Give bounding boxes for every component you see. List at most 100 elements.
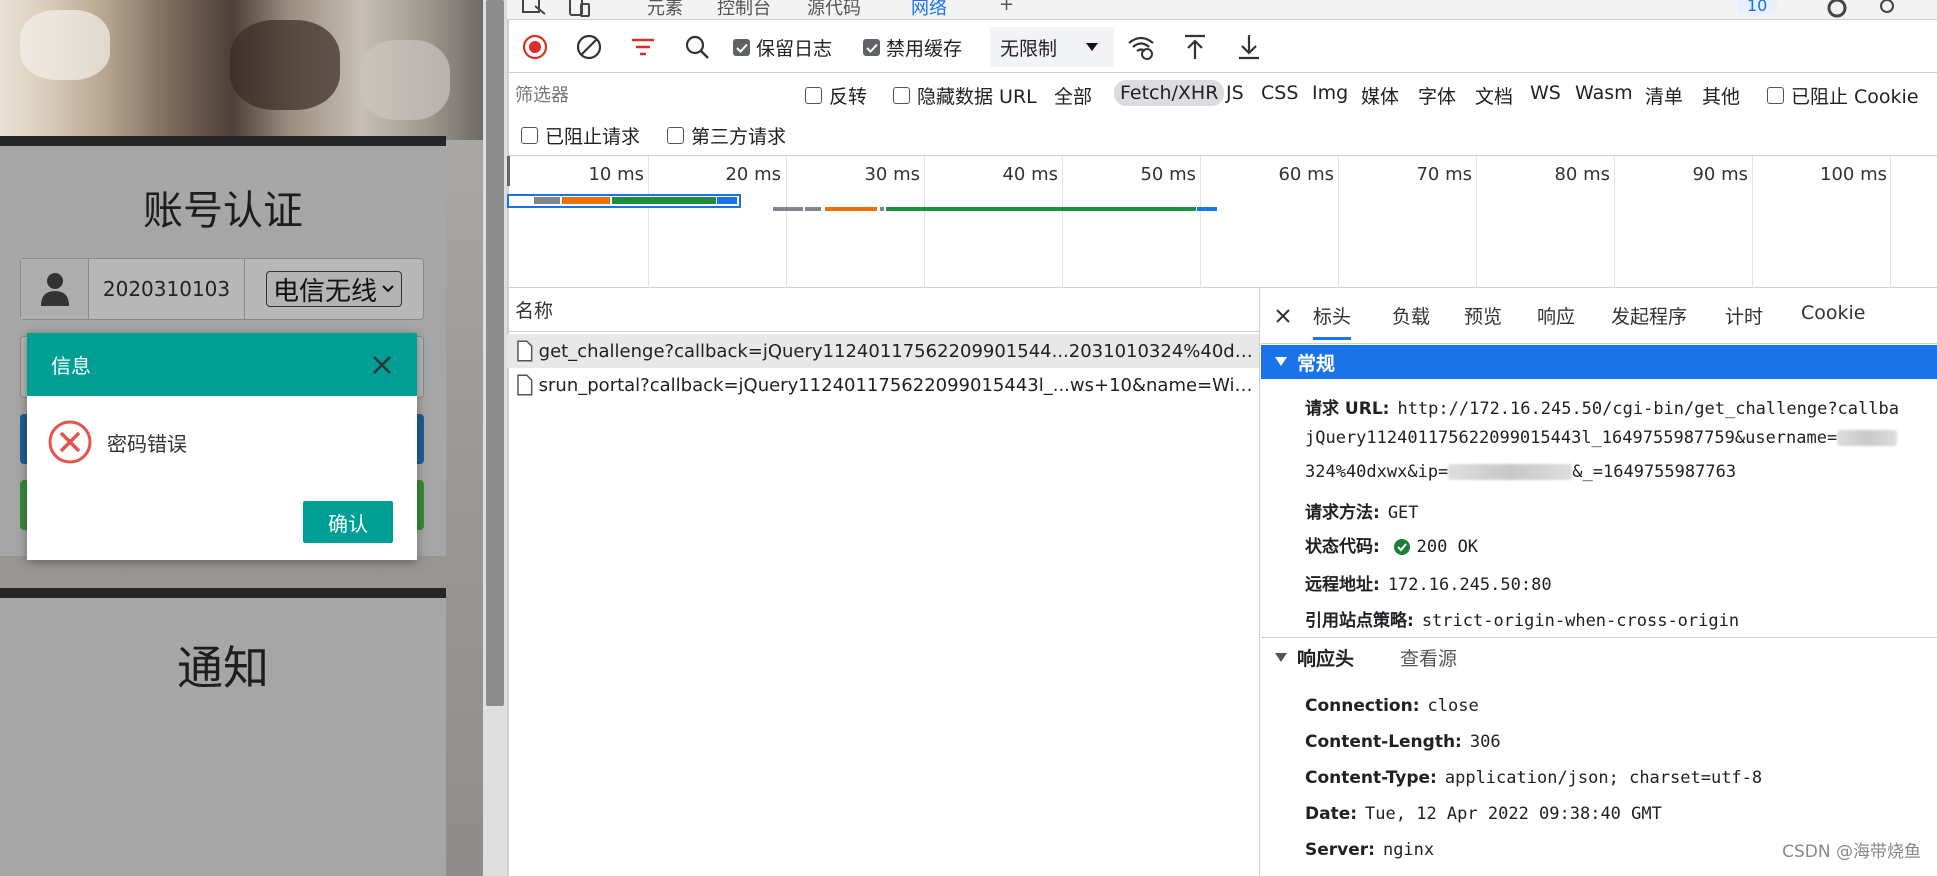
carrier-select[interactable]: 电信无线 bbox=[265, 271, 402, 307]
filter-type-other[interactable]: 其他 bbox=[1702, 82, 1740, 109]
tab-elements[interactable]: 元素 bbox=[647, 0, 683, 19]
tab-headers[interactable]: 标头 bbox=[1313, 302, 1352, 340]
filter-type-doc[interactable]: 文档 bbox=[1475, 82, 1513, 109]
disable-cache-checkbox[interactable]: 禁用缓存 bbox=[863, 34, 962, 61]
preserve-log-checkbox[interactable]: 保留日志 bbox=[733, 34, 832, 61]
tick-label: 50 ms bbox=[1140, 164, 1196, 185]
tick-label: 10 ms bbox=[588, 164, 644, 185]
clear-icon bbox=[576, 34, 602, 60]
tab-console[interactable]: 控制台 bbox=[717, 0, 771, 19]
third-party-checkbox[interactable]: 第三方请求 bbox=[667, 122, 786, 149]
tab-response[interactable]: 响应 bbox=[1537, 302, 1575, 329]
response-headers-section-header[interactable]: 响应头 查看源 bbox=[1261, 637, 1937, 677]
blocked-cookies-checkbox[interactable]: 已阻止 Cookie bbox=[1767, 82, 1919, 109]
blocked-requests-checkbox[interactable]: 已阻止请求 bbox=[521, 122, 640, 149]
response-header-row: Connection: close bbox=[1305, 696, 1479, 716]
background-photo bbox=[0, 0, 483, 140]
tab-timing[interactable]: 计时 bbox=[1725, 302, 1763, 329]
network-conditions-button[interactable] bbox=[1125, 31, 1157, 63]
device-toolbar-icon[interactable] bbox=[567, 0, 591, 18]
filter-type-ws[interactable]: WS bbox=[1530, 82, 1561, 104]
timeline-bar bbox=[717, 197, 737, 204]
record-icon bbox=[522, 34, 548, 60]
inspect-icon[interactable] bbox=[521, 0, 549, 18]
filter-input[interactable] bbox=[511, 80, 789, 110]
throttling-value: 无限制 bbox=[1000, 37, 1058, 60]
request-detail: 标头 负载 预览 响应 发起程序 计时 Cookie 常规 请求 URL: htt… bbox=[1261, 288, 1937, 876]
filter-type-css[interactable]: CSS bbox=[1261, 82, 1298, 104]
general-section-header[interactable]: 常规 bbox=[1261, 345, 1937, 379]
tick-label: 90 ms bbox=[1692, 164, 1748, 185]
account-input[interactable]: 2020310103 bbox=[89, 259, 245, 319]
response-header-row: Content-Type: application/json; charset=u… bbox=[1305, 768, 1763, 788]
request-url-line3: 324%40dxwx&ip= &_=1649755987763 bbox=[1305, 462, 1737, 482]
timeline-bar bbox=[773, 207, 803, 211]
network-toolbar: 保留日志 禁用缓存 无限制 bbox=[507, 21, 1937, 73]
close-icon[interactable] bbox=[371, 354, 393, 376]
carrier-select-value: 电信无线 bbox=[272, 276, 377, 307]
filter-type-img[interactable]: Img bbox=[1312, 82, 1348, 104]
export-har-button[interactable] bbox=[1233, 31, 1265, 63]
hide-data-url-checkbox[interactable]: 隐藏数据 URL bbox=[893, 82, 1037, 109]
document-icon bbox=[517, 374, 533, 396]
response-header-row: Content-Length: 306 bbox=[1305, 732, 1501, 752]
redacted-text bbox=[1837, 430, 1898, 446]
filter-type-manifest[interactable]: 清单 bbox=[1645, 82, 1683, 109]
tab-initiator[interactable]: 发起程序 bbox=[1611, 302, 1687, 329]
search-button[interactable] bbox=[681, 31, 713, 63]
request-name: get_challenge?callback=jQuery11240117562… bbox=[538, 340, 1259, 362]
detail-tabs: 标头 负载 预览 响应 发起程序 计时 Cookie bbox=[1261, 288, 1937, 344]
request-row[interactable]: srun_portal?callback=jQuery1124011756220… bbox=[507, 368, 1259, 402]
dropdown-arrow-icon bbox=[1086, 43, 1099, 51]
tab-preview[interactable]: 预览 bbox=[1464, 302, 1502, 329]
document-icon bbox=[517, 340, 533, 362]
more-options-icon[interactable] bbox=[1877, 0, 1897, 20]
filter-type-all[interactable]: 全部 bbox=[1054, 82, 1092, 109]
issues-badge[interactable]: 10 bbox=[1737, 0, 1778, 15]
clear-button[interactable] bbox=[573, 31, 605, 63]
auth-title: 账号认证 bbox=[143, 188, 303, 234]
confirm-button[interactable]: 确认 bbox=[303, 501, 393, 543]
success-check-icon bbox=[1394, 539, 1411, 555]
timeline-bar bbox=[534, 197, 560, 204]
filter-type-media[interactable]: 媒体 bbox=[1361, 82, 1399, 109]
disable-cache-label: 禁用缓存 bbox=[886, 38, 963, 60]
tab-payload[interactable]: 负载 bbox=[1392, 302, 1430, 329]
remote-address-row: 远程地址: 172.16.245.50:80 bbox=[1305, 575, 1552, 595]
wifi-settings-icon bbox=[1128, 36, 1154, 60]
column-header-name[interactable]: 名称 bbox=[507, 288, 1259, 332]
filter-type-js[interactable]: JS bbox=[1226, 82, 1244, 104]
notice-title: 通知 bbox=[177, 641, 269, 695]
tab-cookies[interactable]: Cookie bbox=[1801, 302, 1866, 324]
devtools-top-tabs: 元素 控制台 源代码 网络 + 10 bbox=[507, 0, 1937, 20]
error-icon bbox=[48, 420, 92, 464]
gear-icon[interactable] bbox=[1825, 0, 1849, 20]
filter-button[interactable] bbox=[627, 31, 659, 63]
tick-label: 40 ms bbox=[1002, 164, 1058, 185]
filter-type-font[interactable]: 字体 bbox=[1418, 82, 1456, 109]
timeline-bar bbox=[886, 207, 1196, 211]
invert-checkbox[interactable]: 反转 bbox=[805, 82, 867, 109]
request-method-row: 请求方法: GET bbox=[1305, 503, 1419, 523]
tab-network[interactable]: 网络 bbox=[897, 0, 961, 19]
timeline-bar bbox=[612, 197, 716, 204]
preserve-log-label: 保留日志 bbox=[756, 38, 833, 60]
response-headers-title: 响应头 bbox=[1297, 648, 1355, 670]
import-har-button[interactable] bbox=[1179, 31, 1211, 63]
filter-icon bbox=[632, 38, 654, 56]
network-overview-timeline[interactable]: 10 ms 20 ms 30 ms 40 ms 50 ms 60 ms 70 m… bbox=[507, 156, 1937, 288]
record-button[interactable] bbox=[519, 31, 551, 63]
notice-panel: 通知 bbox=[0, 588, 446, 876]
throttling-select[interactable]: 无限制 bbox=[990, 27, 1114, 67]
request-row[interactable]: get_challenge?callback=jQuery11240117562… bbox=[507, 334, 1259, 368]
close-icon[interactable] bbox=[1275, 308, 1291, 324]
user-icon bbox=[21, 259, 89, 319]
filter-type-fetch-xhr[interactable]: Fetch/XHR bbox=[1114, 80, 1225, 106]
view-source-link[interactable]: 查看源 bbox=[1400, 644, 1457, 671]
response-header-row: Date: Tue, 12 Apr 2022 09:38:40 GMT bbox=[1305, 804, 1662, 824]
filter-type-wasm[interactable]: Wasm bbox=[1575, 82, 1633, 104]
tick-label: 100 ms bbox=[1820, 164, 1887, 185]
tab-sources[interactable]: 源代码 bbox=[807, 0, 861, 19]
page-scrollbar[interactable] bbox=[483, 0, 507, 876]
more-tabs-icon[interactable]: + bbox=[999, 0, 1014, 15]
